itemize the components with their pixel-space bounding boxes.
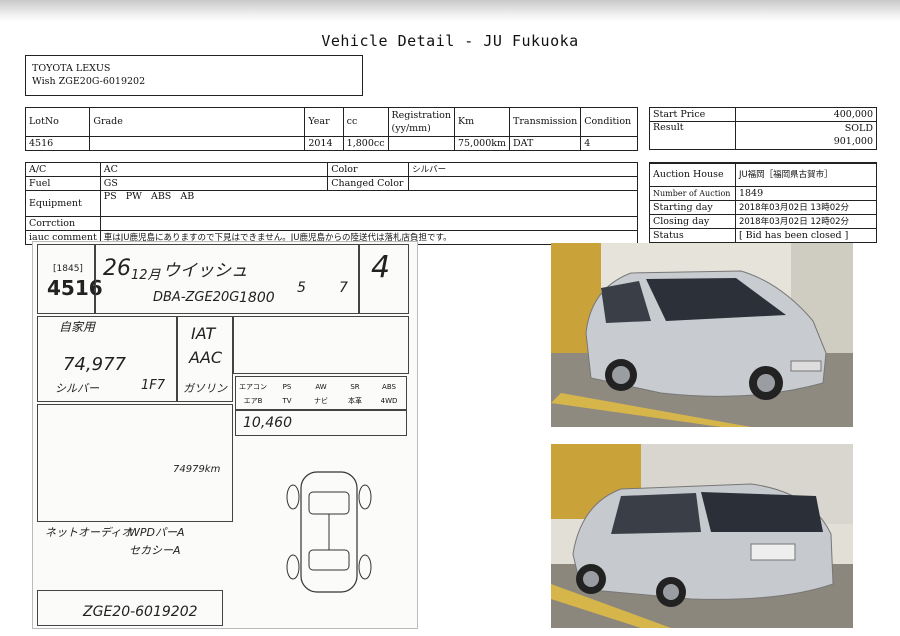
status-value: [ Bid has been closed ] (734, 228, 878, 243)
auction-table: Auction House JU福岡［福岡県古賀市］ Number of Auc… (649, 162, 878, 243)
car-photo-rear[interactable] (551, 444, 853, 628)
correction-label: Corrction (25, 216, 101, 231)
closing-day-value: 2018年03月02日 12時02分 (734, 214, 878, 229)
value-km: 75,000km (454, 136, 511, 151)
value-grade (89, 136, 306, 151)
sheet-doors: 5 (297, 280, 306, 296)
vehicle-name-box: TOYOTA LEXUS Wish ZGE20G-6019202 (25, 55, 363, 96)
sheet-car-diagram (286, 471, 372, 593)
status-label: Status (649, 228, 736, 243)
equip-2: PS (282, 383, 292, 391)
starting-day-label: Starting day (649, 200, 736, 215)
sheet-cc: 1800 (239, 290, 275, 306)
value-transmission: DAT (509, 136, 582, 151)
equip-7: TV (282, 397, 292, 405)
fuel-label: Fuel (25, 176, 101, 191)
equip-10: 4WD (380, 397, 398, 405)
ac-label: A/C (25, 162, 101, 177)
car-photo-front[interactable] (551, 243, 853, 427)
value-cc: 1,800cc (342, 136, 389, 151)
auction-sheet-image[interactable]: [1845] 4516 26 12月 ウイッシュ DBA-ZGE20G 1800… (32, 241, 418, 629)
header-registration: Registration (yy/mm) (387, 107, 456, 137)
correction-value (99, 216, 639, 231)
value-registration (387, 136, 456, 151)
header-km: Km (454, 107, 511, 137)
vehicle-model: Wish ZGE20G-6019202 (32, 76, 146, 87)
auction-number-value: 1849 (734, 186, 878, 201)
changed-color-label: Changed Color (327, 176, 410, 191)
header-cc: cc (342, 107, 389, 137)
sheet-score: 4 (371, 250, 391, 285)
equip-1: エアコン (239, 383, 267, 391)
sheet-fuel: ガソリン (183, 382, 227, 395)
auction-number-label: Number of Auction (649, 186, 736, 201)
auction-house-value: JU福岡［福岡県古賀市］ (734, 162, 878, 187)
sheet-seats: 7 (339, 280, 348, 296)
equip-3: AW (315, 383, 327, 391)
sheet-color-text: 自家用 (59, 320, 96, 334)
ac-value: AC (99, 162, 329, 177)
sheet-year: 26 (103, 256, 131, 281)
value-year: 2014 (304, 136, 344, 151)
sheet-ac: AAC (189, 348, 223, 367)
equipment-value: PS PW ABS AB (99, 190, 639, 217)
header-transmission: Transmission (509, 107, 582, 137)
start-price-value: 400,000 (734, 107, 878, 122)
equip-8: ナビ (314, 397, 328, 405)
header-year: Year (304, 107, 344, 137)
result-status: SOLD (734, 121, 878, 136)
header-lotno: LotNo (24, 107, 91, 137)
equip-6: エアB (243, 397, 263, 405)
value-condition: 4 (580, 136, 638, 151)
header-grade: Grade (89, 107, 306, 137)
car-rear-illustration (551, 444, 853, 628)
fuel-value: GS (99, 176, 329, 191)
closing-day-label: Closing day (649, 214, 736, 229)
sheet-lot-prefix: [1845] (53, 264, 83, 274)
car-front-illustration (551, 243, 853, 427)
sheet-mileage: 74,977 (63, 354, 126, 375)
result-label: Result (649, 121, 736, 150)
changed-color-value (408, 176, 638, 191)
sheet-comment-1: ネットオーディオ (45, 526, 133, 539)
vehicle-make: TOYOTA LEXUS (32, 63, 111, 74)
specs-table: A/C AC Color シルバー Fuel GS Changed Color … (25, 162, 639, 245)
sheet-chassis: DBA-ZGE20G (153, 290, 240, 305)
start-price-label: Start Price (649, 107, 736, 122)
sheet-car-name: ウイッシュ (163, 261, 248, 281)
sheet-reg-no: ZGE20-6019202 (83, 604, 198, 620)
sheet-trans: IAT (191, 324, 216, 343)
sheet-sales-point-box (233, 316, 409, 374)
sheet-color-jp: シルバー (55, 382, 99, 395)
top-shadow-bar (0, 0, 900, 22)
equip-5: ABS (382, 383, 396, 391)
value-lotno: 4516 (24, 136, 91, 151)
main-info-table: LotNo Grade Year cc Registration (yy/mm) … (24, 107, 638, 151)
equip-4: SR (350, 383, 360, 391)
color-value: シルバー (408, 162, 638, 177)
sheet-price-note: 10,460 (243, 415, 292, 431)
sheet-color-code: 1F7 (141, 378, 166, 393)
equipment-label: Equipment (25, 190, 101, 217)
auction-house-label: Auction House (649, 162, 736, 187)
sheet-comment-3: セカシーA (129, 544, 181, 557)
sheet-km-note: 74979km (173, 464, 221, 475)
header-condition: Condition (580, 107, 638, 137)
equip-9: 本革 (348, 397, 362, 405)
page-title: Vehicle Detail - JU Fukuoka (321, 32, 579, 50)
sheet-equipment-box: エアコン PS AW SR ABS エアB TV ナビ 本革 4WD (235, 376, 407, 410)
sheet-notes-box (37, 404, 233, 522)
starting-day-value: 2018年03月02日 13時02分 (734, 200, 878, 215)
result-value: 901,000 (734, 135, 878, 150)
price-table: Start Price 400,000 Result SOLD 901,000 (649, 107, 878, 164)
color-label: Color (327, 162, 410, 177)
sheet-comment-2: WPDパーA (129, 526, 185, 539)
sheet-month: 12月 (131, 268, 161, 283)
